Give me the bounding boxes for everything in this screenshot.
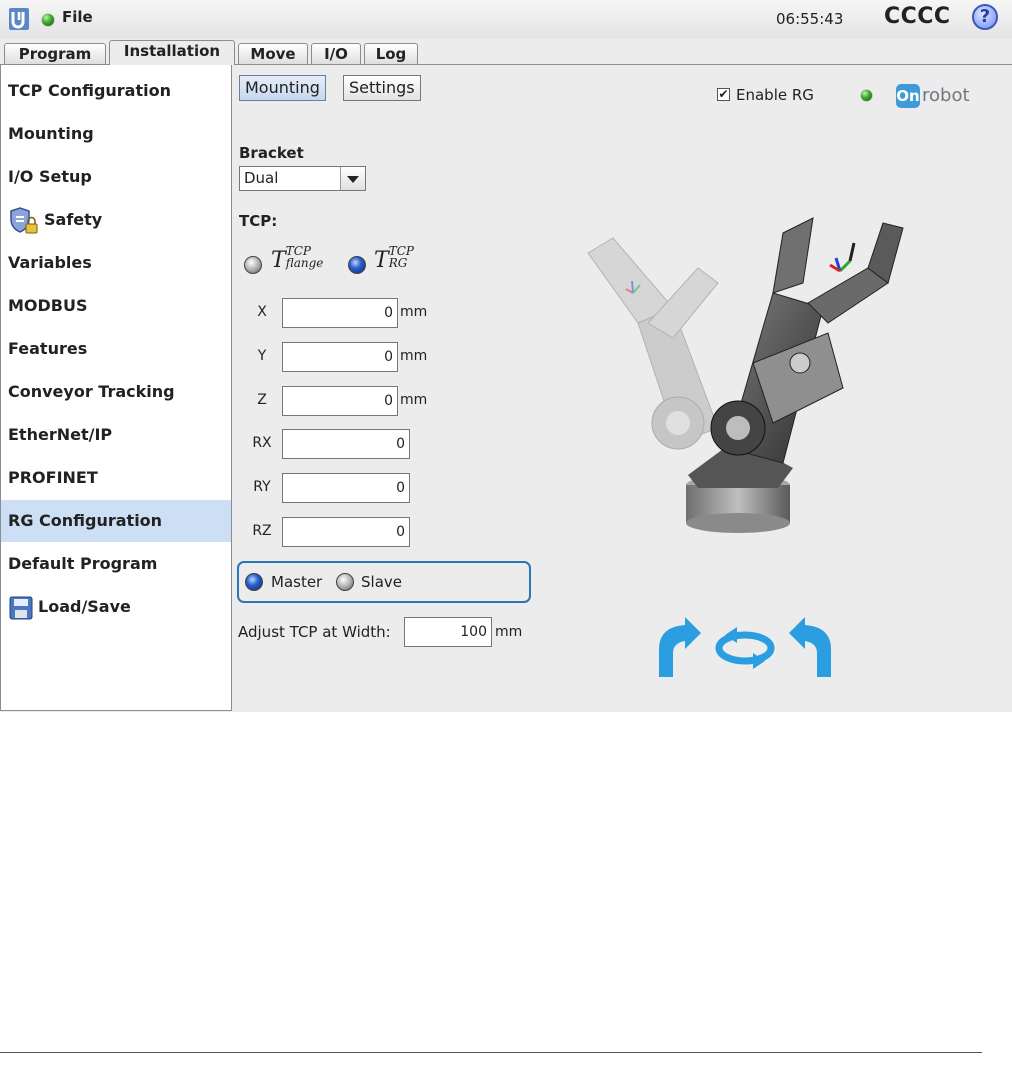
tcp-frame-axes-icon [829, 242, 856, 273]
tcp-rg-radio[interactable] [348, 256, 366, 274]
sidebar-item-label: Features [8, 339, 88, 358]
sidebar-item-label: Default Program [8, 554, 158, 573]
tab-installation[interactable]: Installation [109, 40, 235, 65]
tab-log[interactable]: Log [364, 43, 418, 64]
formula-base: T [374, 248, 389, 273]
rotate-left-icon[interactable] [659, 617, 701, 677]
sidebar-item-label: RG Configuration [8, 511, 163, 530]
sidebar-item-features[interactable]: Features [1, 328, 231, 370]
sidebar-item-io-setup[interactable]: I/O Setup [1, 156, 231, 198]
file-menu[interactable]: File [62, 8, 93, 26]
enable-rg-label: Enable RG [736, 86, 814, 104]
slave-radio[interactable] [336, 573, 354, 591]
help-icon[interactable]: ? [972, 4, 998, 30]
sidebar-item-ethernet-ip[interactable]: EtherNet/IP [1, 414, 231, 456]
bracket-label: Bracket [239, 144, 304, 162]
coord-label-ry: RY [253, 479, 271, 495]
coord-label-rx: RX [252, 435, 272, 451]
rotate-right-icon[interactable] [789, 617, 831, 677]
sidebar-item-modbus[interactable]: MODBUS [1, 285, 231, 327]
tcp-rg-formula: T TCP RG [374, 245, 414, 273]
tcp-flange-radio[interactable] [244, 256, 262, 274]
dual-gripper-illustration [587, 217, 904, 533]
bracket-dropdown-value: Dual [244, 169, 279, 187]
adjust-tcp-width-input[interactable]: 100 [404, 617, 492, 647]
subtab-settings[interactable]: Settings [343, 75, 421, 101]
tab-io[interactable]: I/O [311, 43, 361, 64]
unit-mm: mm [400, 348, 428, 364]
tcp-z-input[interactable]: 0 [282, 386, 398, 416]
onrobot-logo-text: robot [922, 85, 970, 106]
formula-scripts: TCP RG [389, 245, 414, 269]
subtab-mounting[interactable]: Mounting [239, 75, 326, 101]
coord-label-y: Y [257, 348, 267, 364]
sidebar-item-label: Variables [8, 253, 92, 272]
rg-configuration-panel: Mounting Settings ✔ Enable RG On robot B… [233, 65, 1012, 711]
coord-label-z: Z [257, 392, 267, 408]
sidebar-item-label: PROFINET [8, 468, 98, 487]
formula-sub: RG [388, 256, 408, 270]
rotate-around-icon[interactable] [715, 627, 775, 669]
coord-label-rz: RZ [252, 523, 272, 539]
coord-label-x: X [257, 304, 267, 320]
onrobot-logo-mark: On [896, 84, 920, 108]
sidebar-item-label: Safety [44, 210, 103, 229]
status-led-icon [42, 14, 54, 26]
tcp-flange-formula: T TCP flange [271, 245, 324, 273]
floppy-disk-icon [9, 596, 33, 619]
sidebar-item-load-save[interactable]: Load/Save [1, 586, 231, 628]
tcp-x-input[interactable]: 0 [282, 298, 398, 328]
sidebar-item-conveyor-tracking[interactable]: Conveyor Tracking [1, 371, 231, 413]
clock: 06:55:43 [776, 10, 844, 28]
unit-mm: mm [400, 304, 428, 320]
unit-mm: mm [400, 392, 428, 408]
bracket-dropdown[interactable]: Dual [239, 166, 366, 191]
adjust-tcp-label: Adjust TCP at Width: [238, 623, 391, 641]
tcp-rx-input[interactable]: 0 [282, 429, 410, 459]
rg-status-led-icon [861, 90, 872, 101]
polyscope-window: File 06:55:43 CCCC ? Program Installatio… [0, 0, 1012, 712]
tab-move[interactable]: Move [238, 43, 308, 64]
tcp-y-input[interactable]: 0 [282, 342, 398, 372]
tcp-rz-input[interactable]: 0 [282, 517, 410, 547]
sidebar-item-mounting[interactable]: Mounting [1, 113, 231, 155]
view-rotation-controls [659, 617, 831, 677]
sidebar-item-label: I/O Setup [8, 167, 92, 186]
sidebar-item-variables[interactable]: Variables [1, 242, 231, 284]
installation-sidebar: TCP Configuration Mounting I/O Setup Saf… [0, 64, 232, 711]
sidebar-item-rg-configuration[interactable]: RG Configuration [1, 500, 231, 542]
page-footer-rule [0, 1052, 982, 1053]
sidebar-item-safety[interactable]: Safety [1, 199, 231, 241]
sidebar-item-label: TCP Configuration [8, 81, 171, 100]
shield-lock-icon [10, 206, 38, 233]
sidebar-item-label: Load/Save [38, 597, 131, 616]
slave-label: Slave [361, 573, 402, 591]
enable-rg-checkbox[interactable]: ✔ [717, 88, 730, 101]
sidebar-item-label: Conveyor Tracking [8, 382, 175, 401]
sidebar-item-label: EtherNet/IP [8, 425, 113, 444]
unit-mm: mm [495, 624, 523, 640]
formula-scripts: TCP flange [286, 245, 324, 269]
tcp-label: TCP: [239, 212, 278, 230]
formula-sub: flange [285, 256, 324, 270]
master-label: Master [271, 573, 323, 591]
main-tabs: Program Installation Move I/O Log [0, 40, 1012, 65]
sidebar-item-default-program[interactable]: Default Program [1, 543, 231, 585]
sidebar-item-label: Mounting [8, 124, 94, 143]
ur-logo-icon [9, 8, 29, 30]
chevron-down-icon[interactable] [340, 167, 365, 190]
robot-name: CCCC [884, 4, 951, 29]
sidebar-item-profinet[interactable]: PROFINET [1, 457, 231, 499]
sidebar-item-label: MODBUS [8, 296, 88, 315]
master-radio[interactable] [245, 573, 263, 591]
role-radio-group: Master Slave [237, 561, 531, 603]
formula-base: T [271, 248, 286, 273]
title-bar: File 06:55:43 CCCC ? [0, 0, 1012, 38]
sidebar-item-tcp-configuration[interactable]: TCP Configuration [1, 70, 231, 112]
tcp-ry-input[interactable]: 0 [282, 473, 410, 503]
tab-program[interactable]: Program [4, 43, 106, 64]
